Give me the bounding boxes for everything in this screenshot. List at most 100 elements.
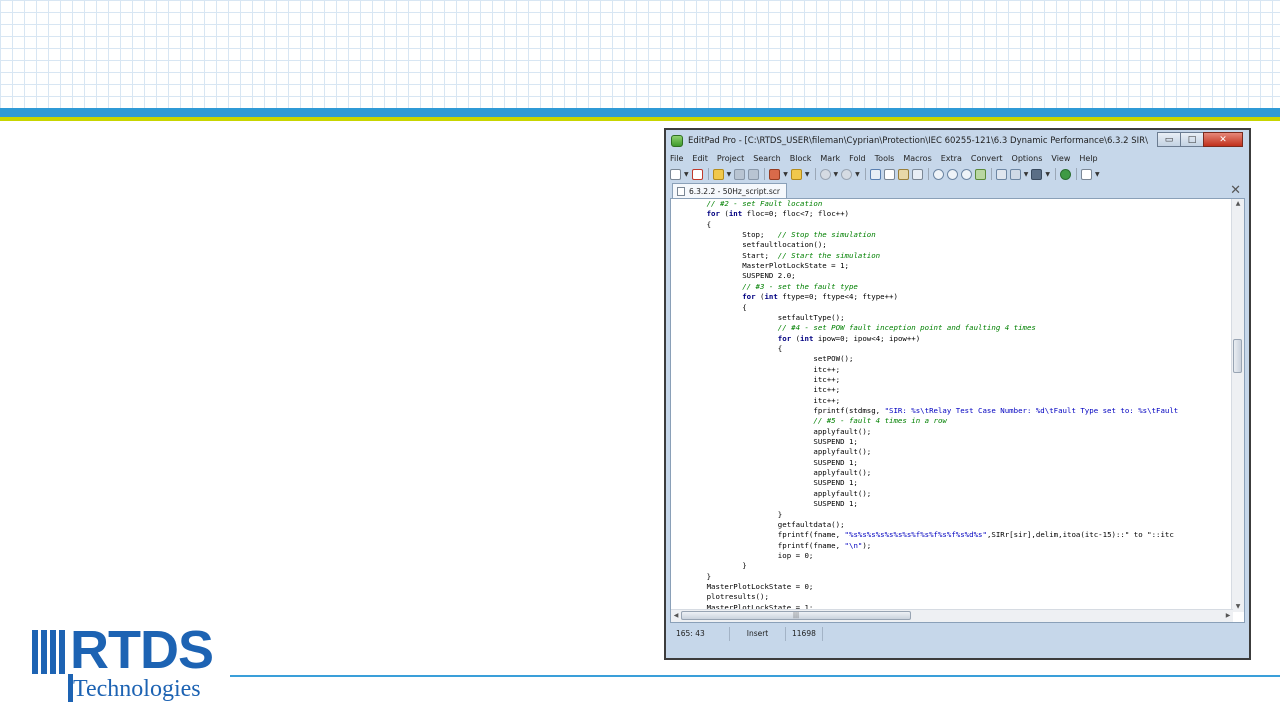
- horizontal-scroll-thumb[interactable]: |||: [681, 611, 911, 620]
- code-line[interactable]: {: [671, 303, 746, 313]
- scroll-right-arrow-icon[interactable]: ▶: [1223, 610, 1233, 622]
- menu-project[interactable]: Project: [717, 152, 744, 165]
- line-format-dropdown-icon[interactable]: ▼: [1045, 171, 1050, 178]
- code-line[interactable]: for (int floc=0; floc<7; floc++): [671, 209, 849, 219]
- project-dropdown-icon[interactable]: ▼: [783, 171, 788, 178]
- code-line[interactable]: Stop; // Stop the simulation: [671, 230, 876, 240]
- folder-icon[interactable]: [790, 168, 802, 180]
- new-file-icon[interactable]: [670, 168, 681, 180]
- code-line[interactable]: setPOW();: [671, 354, 853, 364]
- text-format-icon[interactable]: [1009, 168, 1021, 180]
- web-browser-icon[interactable]: [1060, 168, 1071, 180]
- text-format-dropdown-icon[interactable]: ▼: [1024, 171, 1029, 178]
- minimize-button[interactable]: ▭: [1157, 132, 1181, 147]
- code-line[interactable]: SUSPEND 1;: [671, 458, 858, 468]
- code-line[interactable]: getfaultdata();: [671, 520, 845, 530]
- save-icon[interactable]: [734, 168, 746, 180]
- redo-dropdown-icon[interactable]: ▼: [855, 171, 860, 178]
- undo-dropdown-icon[interactable]: ▼: [834, 171, 839, 178]
- menu-tools[interactable]: Tools: [875, 152, 895, 165]
- clear-icon[interactable]: [911, 168, 923, 180]
- code-line[interactable]: fprintf(stdmsg, "SIR: %s\tRelay Test Cas…: [671, 406, 1178, 416]
- menu-search[interactable]: Search: [753, 152, 780, 165]
- menu-help[interactable]: Help: [1079, 152, 1097, 165]
- code-line[interactable]: SUSPEND 2.0;: [671, 271, 795, 281]
- code-line[interactable]: }: [671, 572, 711, 582]
- cut-icon[interactable]: [869, 168, 881, 180]
- code-line[interactable]: applyfault();: [671, 489, 871, 499]
- menu-extra[interactable]: Extra: [941, 152, 962, 165]
- code-line[interactable]: Start; // Start the simulation: [671, 251, 880, 261]
- find-next-icon[interactable]: [946, 168, 958, 180]
- menu-edit[interactable]: Edit: [692, 152, 708, 165]
- code-line[interactable]: }: [671, 510, 782, 520]
- code-line[interactable]: MasterPlotLockState = 1;: [671, 261, 849, 271]
- code-line[interactable]: // #3 - set the fault type: [671, 282, 858, 292]
- vertical-scroll-thumb[interactable]: [1233, 339, 1242, 373]
- open-dropdown-icon[interactable]: ▼: [727, 171, 732, 178]
- menu-options[interactable]: Options: [1012, 152, 1043, 165]
- scroll-left-arrow-icon[interactable]: ◀: [671, 610, 681, 622]
- code-line[interactable]: }: [671, 561, 746, 571]
- document-icon[interactable]: [1081, 168, 1092, 180]
- code-line[interactable]: applyfault();: [671, 447, 871, 457]
- horizontal-scrollbar[interactable]: ◀ ||| ▶: [671, 609, 1233, 622]
- tab-50hz-script[interactable]: 6.3.2.2 - 50Hz_script.scr: [672, 183, 787, 198]
- menu-mark[interactable]: Mark: [820, 152, 840, 165]
- folder-dropdown-icon[interactable]: ▼: [805, 171, 810, 178]
- code-line[interactable]: MasterPlotLockState = 0;: [671, 582, 814, 592]
- code-line[interactable]: applyfault();: [671, 468, 871, 478]
- code-line[interactable]: for (int ipow=0; ipow<4; ipow++): [671, 334, 920, 344]
- code-line[interactable]: // #4 - set POW fault inception point an…: [671, 323, 1036, 333]
- code-line[interactable]: SUSPEND 1;: [671, 437, 858, 447]
- menu-block[interactable]: Block: [790, 152, 812, 165]
- menu-macros[interactable]: Macros: [903, 152, 931, 165]
- close-tab-icon[interactable]: ✕: [1230, 183, 1241, 198]
- copy-icon[interactable]: [883, 168, 895, 180]
- line-format-icon[interactable]: [1031, 168, 1043, 180]
- vertical-scrollbar[interactable]: ▲ ▼: [1231, 199, 1244, 612]
- open-folder-icon[interactable]: [712, 168, 724, 180]
- code-line[interactable]: // #2 - set Fault location: [671, 199, 823, 209]
- code-line[interactable]: {: [671, 220, 711, 230]
- redo-icon[interactable]: [841, 168, 853, 180]
- save-all-icon[interactable]: [748, 168, 760, 180]
- open-file-icon[interactable]: [691, 168, 703, 180]
- scroll-down-arrow-icon[interactable]: ▼: [1232, 602, 1244, 612]
- insert-mode[interactable]: Insert: [730, 627, 786, 641]
- code-line[interactable]: setfaultlocation();: [671, 240, 827, 250]
- code-line[interactable]: itc++;: [671, 365, 840, 375]
- paste-icon[interactable]: [897, 168, 909, 180]
- replace-icon[interactable]: [974, 168, 986, 180]
- code-line[interactable]: applyfault();: [671, 427, 871, 437]
- code-line[interactable]: itc++;: [671, 396, 840, 406]
- code-editor[interactable]: // #2 - set Fault location for (int floc…: [670, 198, 1245, 623]
- code-line[interactable]: plotresults();: [671, 592, 769, 602]
- code-line[interactable]: fprintf(fname, "%s%s%s%s%s%s%s%f%s%f%s%f…: [671, 530, 1174, 540]
- code-line[interactable]: SUSPEND 1;: [671, 499, 858, 509]
- code-line[interactable]: // #5 - fault 4 times in a row: [671, 416, 947, 426]
- maximize-button[interactable]: □: [1180, 132, 1204, 147]
- menu-convert[interactable]: Convert: [971, 152, 1003, 165]
- code-line[interactable]: fprintf(fname, "\n");: [671, 541, 871, 551]
- find-previous-icon[interactable]: [960, 168, 972, 180]
- search-icon[interactable]: [932, 168, 944, 180]
- code-line[interactable]: {: [671, 344, 782, 354]
- undo-icon[interactable]: [819, 168, 831, 180]
- document-dropdown-icon[interactable]: ▼: [1095, 171, 1100, 178]
- scroll-up-arrow-icon[interactable]: ▲: [1232, 199, 1244, 209]
- code-line[interactable]: itc++;: [671, 385, 840, 395]
- new-file-dropdown-icon[interactable]: ▼: [684, 171, 689, 178]
- block-icon[interactable]: [995, 168, 1007, 180]
- code-area[interactable]: // #2 - set Fault location for (int floc…: [671, 199, 1233, 612]
- code-line[interactable]: iop = 0;: [671, 551, 814, 561]
- menu-fold[interactable]: Fold: [849, 152, 866, 165]
- title-bar[interactable]: EditPad Pro - [C:\RTDS_USER\fileman\Cypr…: [666, 130, 1249, 152]
- menu-file[interactable]: File: [670, 152, 683, 165]
- menu-view[interactable]: View: [1051, 152, 1070, 165]
- project-icon[interactable]: [769, 168, 781, 180]
- code-line[interactable]: for (int ftype=0; ftype<4; ftype++): [671, 292, 898, 302]
- close-button[interactable]: ✕: [1203, 132, 1243, 147]
- code-line[interactable]: SUSPEND 1;: [671, 478, 858, 488]
- code-line[interactable]: itc++;: [671, 375, 840, 385]
